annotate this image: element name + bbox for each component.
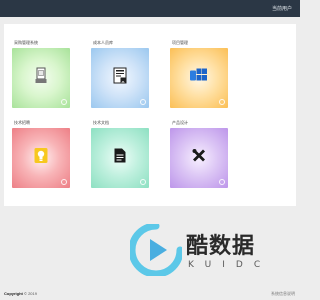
top-bar: 当前用户: [0, 0, 300, 17]
tools-icon: [192, 149, 206, 168]
app-grid-panel: 采购管理系统 成本人员库 项目管理 技术招聘 技术文档 产品设计: [4, 24, 296, 206]
tile-documents[interactable]: [91, 128, 149, 188]
tile-corner-ring: [61, 99, 67, 105]
tile-corner-ring: [219, 179, 225, 185]
copyright-year: © 2019: [24, 291, 37, 296]
tile-recruiting[interactable]: [12, 128, 70, 188]
tile-projects[interactable]: [170, 48, 228, 108]
tile-personnel[interactable]: [91, 48, 149, 108]
current-user-label[interactable]: 当前用户: [272, 5, 292, 12]
watermark-logo: 酷数据 KUIDC: [128, 222, 276, 278]
watermark-text: 酷数据: [186, 234, 256, 259]
tile-label-procurement: 采购管理系统: [14, 40, 38, 45]
lightbulb-icon: [34, 148, 48, 169]
tile-corner-ring: [61, 179, 67, 185]
tile-procurement[interactable]: [12, 48, 70, 108]
tile-design[interactable]: [170, 128, 228, 188]
footer-copyright: Copyright © 2019: [4, 291, 37, 296]
tile-label-design: 产品设计: [172, 120, 188, 125]
file-icon: [114, 148, 126, 168]
copyright-word: Copyright: [4, 291, 23, 296]
tile-corner-ring: [140, 179, 146, 185]
printer-icon: [35, 67, 47, 89]
document-icon: [113, 67, 127, 89]
watermark-play-icon: [128, 222, 184, 278]
watermark-subtext: KUIDC: [188, 260, 272, 270]
windows-icon: [190, 68, 208, 89]
tile-label-recruiting: 技术招聘: [14, 120, 30, 125]
tile-label-personnel: 成本人员库: [93, 40, 113, 45]
tile-label-projects: 项目管理: [172, 40, 188, 45]
footer-info-link[interactable]: 系统信息说明: [271, 291, 295, 297]
tile-label-documents: 技术文档: [93, 120, 109, 125]
tile-corner-ring: [140, 99, 146, 105]
tile-corner-ring: [219, 99, 225, 105]
